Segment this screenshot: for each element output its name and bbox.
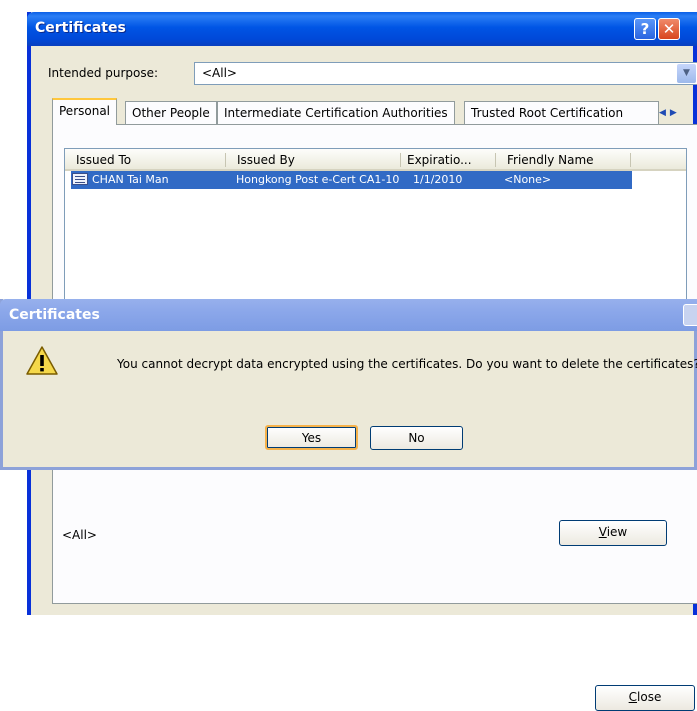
column-expiration[interactable]: Expiratio... [407,153,472,167]
column-friendly-name[interactable]: Friendly Name [507,153,594,167]
yes-button[interactable]: Yes [265,425,358,450]
confirm-delete-dialog: Certificates You cannot decrypt data enc… [0,299,697,470]
certificate-icon [72,173,88,185]
tab-trusted-root[interactable]: Trusted Root Certification [464,101,659,124]
close-button[interactable]: Close [595,685,695,711]
tab-other-people[interactable]: Other People [125,101,217,124]
column-divider[interactable] [225,153,226,167]
cell-expiration: 1/1/2010 [413,173,463,186]
dialog-message: You cannot decrypt data encrypted using … [117,357,697,371]
no-button[interactable]: No [370,426,463,450]
close-window-button[interactable]: ✕ [658,18,680,40]
tab-scroll-arrows-icon[interactable]: ◀▶ [659,104,693,122]
list-header: Issued To Issued By Expiratio... Friendl… [65,149,686,171]
dialog-close-button[interactable] [683,304,697,326]
certificate-list[interactable]: Issued To Issued By Expiratio... Friendl… [64,148,687,310]
cell-issued-by: Hongkong Post e-Cert CA1-10 [236,173,400,186]
tab-intermediate-ca[interactable]: Intermediate Certification Authorities [217,101,455,124]
intended-purpose-label: Intended purpose: [48,66,159,80]
column-issued-by[interactable]: Issued By [237,153,295,167]
cell-friendly-name: <None> [504,173,552,186]
column-divider[interactable] [630,153,631,167]
help-button[interactable]: ? [634,18,656,40]
view-button[interactable]: View [559,520,667,546]
dialog-titlebar[interactable]: Certificates [0,299,697,331]
intended-purpose-select[interactable]: <All> ▼ [194,62,697,85]
intended-purpose-value: <All> [202,66,237,80]
column-divider[interactable] [400,153,401,167]
tab-personal[interactable]: Personal [52,98,118,125]
column-issued-to[interactable]: Issued To [76,153,131,167]
table-row[interactable]: CHAN Tai Man Hongkong Post e-Cert CA1-10… [71,171,632,189]
window-title: Certificates [35,20,126,36]
warning-icon [26,346,58,375]
dialog-title: Certificates [9,307,100,323]
column-divider[interactable] [495,153,496,167]
chevron-down-icon[interactable]: ▼ [677,64,696,83]
window-titlebar[interactable]: Certificates ? ✕ [27,12,697,46]
cell-issued-to: CHAN Tai Man [92,173,169,186]
certificate-purposes-value: <All> [62,528,97,542]
